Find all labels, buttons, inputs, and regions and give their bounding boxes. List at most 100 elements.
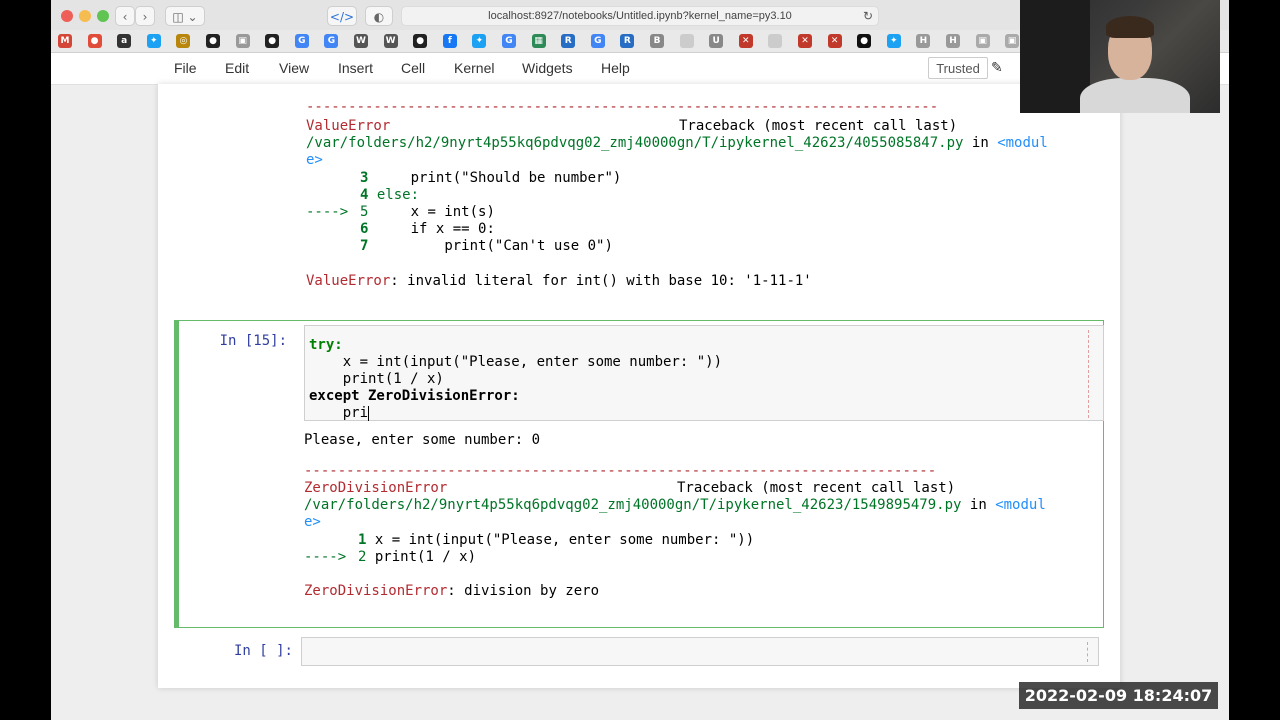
webcam-overlay bbox=[1020, 0, 1220, 113]
in-word: in bbox=[971, 135, 989, 151]
module-ref: <modul bbox=[995, 497, 1046, 513]
bookmark-item[interactable]: B bbox=[650, 34, 664, 48]
menu-insert[interactable]: Insert bbox=[338, 60, 373, 76]
bookmark-item[interactable]: G bbox=[502, 34, 516, 48]
bookmark-item[interactable]: G bbox=[324, 34, 339, 48]
code-line: except ZeroDivisionError: bbox=[309, 388, 520, 405]
error-name: ZeroDivisionError bbox=[304, 583, 448, 599]
bookmark-item[interactable]: ● bbox=[206, 34, 220, 48]
developer-button[interactable]: </> bbox=[327, 6, 357, 26]
traceback-line: 3 print("Should be number") bbox=[306, 170, 621, 187]
bookmark-item[interactable]: R bbox=[620, 34, 635, 48]
line-code: else: bbox=[376, 187, 420, 203]
code-line: x = int(input("Please, enter some number… bbox=[309, 354, 722, 371]
code-cell-15[interactable]: In [15]: try: x = int(input("Please, ent… bbox=[174, 320, 1104, 628]
bookmark-item[interactable]: W bbox=[383, 34, 398, 48]
reload-icon[interactable]: ↻ bbox=[863, 7, 873, 25]
line-code: print("Should be number") bbox=[410, 170, 622, 186]
bookmark-item[interactable]: ✦ bbox=[472, 34, 487, 48]
traceback-path-line: /var/folders/h2/9nyrt4p55kq6pdvqg02_zmj4… bbox=[304, 497, 1046, 514]
menu-file[interactable]: File bbox=[174, 60, 197, 76]
back-button[interactable]: ‹ bbox=[115, 6, 135, 26]
line-code: x = int(input("Please, enter some number… bbox=[374, 532, 755, 548]
privacy-button[interactable]: ◐ bbox=[365, 6, 393, 26]
bookmark-item[interactable]: R bbox=[561, 34, 576, 48]
menu-kernel[interactable]: Kernel bbox=[454, 60, 494, 76]
bookmark-item[interactable]: f bbox=[442, 34, 457, 48]
bookmark-item[interactable]: M bbox=[58, 34, 72, 48]
module-ref: <modul bbox=[997, 135, 1048, 151]
line-number: 3 bbox=[360, 170, 369, 186]
line-code: print(1 / x) bbox=[374, 549, 477, 565]
in-word: in bbox=[969, 497, 987, 513]
arrow: ----> bbox=[304, 549, 347, 565]
address-bar[interactable]: localhost:8927/notebooks/Untitled.ipynb?… bbox=[401, 6, 879, 26]
error-name: ValueError bbox=[306, 118, 391, 134]
maximize-window-button[interactable] bbox=[97, 10, 109, 22]
trusted-badge[interactable]: Trusted bbox=[928, 57, 988, 79]
sidebar-toggle-button[interactable]: ◫ ⌄ bbox=[165, 6, 205, 26]
bookmark-item[interactable]: ▣ bbox=[975, 34, 990, 48]
bookmark-item[interactable]: W bbox=[354, 34, 368, 48]
code-editor[interactable]: try: x = int(input("Please, enter some n… bbox=[304, 325, 1104, 421]
bookmark-item[interactable]: H bbox=[946, 34, 960, 48]
bookmark-item[interactable]: U bbox=[709, 34, 724, 48]
forward-icon: › bbox=[142, 10, 148, 24]
error-name: ZeroDivisionError bbox=[304, 480, 448, 496]
bookmark-item[interactable]: ✕ bbox=[798, 34, 812, 48]
bookmark-item[interactable]: a bbox=[117, 34, 132, 48]
menu-edit[interactable]: Edit bbox=[225, 60, 249, 76]
traceback-header: Traceback (most recent call last) bbox=[679, 118, 958, 134]
error-name: ValueError bbox=[306, 273, 391, 289]
line-number: 2 bbox=[358, 549, 367, 565]
bookmark-item[interactable]: ✕ bbox=[738, 34, 753, 48]
back-icon: ‹ bbox=[122, 10, 128, 24]
menu-widgets[interactable]: Widgets bbox=[522, 60, 573, 76]
minimize-window-button[interactable] bbox=[79, 10, 91, 22]
code-text: try: bbox=[309, 337, 343, 353]
forward-button[interactable]: › bbox=[135, 6, 155, 26]
bookmark-item[interactable]: ▣ bbox=[1005, 34, 1020, 48]
line-code: print("Can't use 0") bbox=[444, 238, 613, 254]
bookmark-item[interactable] bbox=[768, 34, 783, 48]
bookmark-item[interactable]: ◎ bbox=[176, 34, 191, 48]
traceback-path-line: /var/folders/h2/9nyrt4p55kq6pdvqg02_zmj4… bbox=[306, 135, 1048, 152]
shield-icon: ◐ bbox=[373, 10, 385, 24]
menu-help[interactable]: Help bbox=[601, 60, 630, 76]
error-message-line: ZeroDivisionError: division by zero bbox=[304, 583, 599, 600]
module-ref-cont: e> bbox=[304, 514, 321, 530]
bookmark-item[interactable]: ● bbox=[265, 34, 280, 48]
bookmark-item[interactable]: ● bbox=[87, 34, 102, 48]
bookmark-item[interactable]: H bbox=[916, 34, 931, 48]
bookmark-item[interactable]: ▣ bbox=[235, 34, 250, 48]
menu-view[interactable]: View bbox=[279, 60, 309, 76]
line-number: 6 bbox=[360, 221, 369, 237]
bookmark-item[interactable]: ✦ bbox=[886, 34, 901, 48]
bookmark-item[interactable]: ✦ bbox=[146, 34, 161, 48]
code-icon: </> bbox=[329, 10, 355, 24]
webcam-person-hair bbox=[1106, 16, 1154, 38]
bookmark-item[interactable]: G bbox=[294, 34, 309, 48]
bookmark-item[interactable] bbox=[679, 34, 694, 48]
traceback-separator: ----------------------------------------… bbox=[306, 99, 939, 115]
sidebar-icon: ◫ ⌄ bbox=[172, 10, 198, 24]
traceback-line: ----> 5 x = int(s) bbox=[306, 204, 495, 221]
notebook-container: ----------------------------------------… bbox=[158, 84, 1120, 688]
code-text: print(1 / x) bbox=[309, 371, 444, 387]
bookmark-item[interactable]: ▦ bbox=[531, 34, 546, 48]
traceback-separator: ----------------------------------------… bbox=[304, 463, 937, 479]
bookmark-item[interactable]: ● bbox=[857, 34, 872, 48]
code-text: except ZeroDivisionError: bbox=[309, 388, 520, 404]
bookmark-item[interactable]: ● bbox=[413, 34, 428, 48]
pencil-icon[interactable]: ✎ bbox=[991, 59, 1003, 76]
line-number: 1 bbox=[358, 532, 367, 548]
bookmark-item[interactable]: G bbox=[590, 34, 605, 48]
bookmark-item[interactable]: ✕ bbox=[827, 34, 842, 48]
line-number: 4 bbox=[360, 187, 369, 203]
menu-cell[interactable]: Cell bbox=[401, 60, 425, 76]
close-window-button[interactable] bbox=[61, 10, 73, 22]
empty-code-editor[interactable] bbox=[301, 637, 1099, 666]
